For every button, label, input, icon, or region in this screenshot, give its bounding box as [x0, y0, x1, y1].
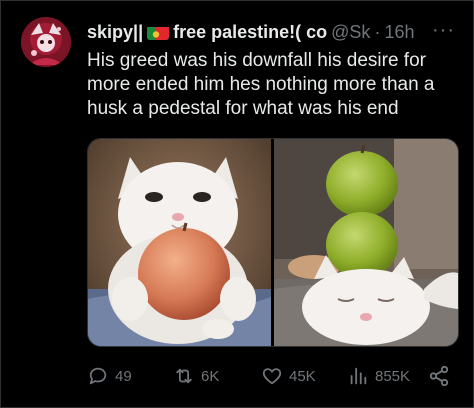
media-grid [87, 138, 459, 347]
more-options-icon[interactable]: ··· [432, 19, 455, 42]
media-image-2[interactable] [274, 139, 458, 346]
views-bar-chart-icon [350, 367, 367, 385]
reply-button[interactable]: 49 [87, 361, 132, 391]
repost-icon [176, 368, 192, 384]
avatar-image [21, 17, 71, 67]
media-image-1[interactable] [88, 139, 271, 346]
action-bar: 49 6K 45K 855K [87, 361, 463, 391]
timestamp[interactable]: 16h [384, 21, 414, 43]
cat-holding-apple-photo [88, 139, 271, 346]
post-text: His greed was his downfall his desire fo… [87, 50, 435, 119]
portugal-flag-icon [147, 25, 170, 40]
reply-icon [89, 367, 107, 385]
repost-count: 6K [201, 367, 220, 385]
share-icon [429, 365, 449, 387]
display-name[interactable]: skipy|| [87, 21, 143, 43]
display-name-suffix[interactable]: free palestine!( co [173, 21, 327, 43]
separator-dot: · [374, 22, 381, 42]
heart-icon [262, 368, 282, 385]
repost-button[interactable]: 6K [173, 361, 219, 391]
reply-count: 49 [115, 367, 132, 385]
like-count: 45K [289, 367, 316, 385]
avatar[interactable] [21, 17, 71, 67]
tweet-card[interactable]: skipy|| free palestine!( co @Sk · 16h ··… [0, 0, 474, 408]
share-button[interactable] [427, 361, 451, 391]
like-button[interactable]: 45K [261, 361, 316, 391]
post-header: skipy|| free palestine!( co @Sk · 16h [87, 21, 455, 43]
cat-with-apples-on-head-photo [274, 139, 458, 346]
views-button[interactable]: 855K [347, 361, 410, 391]
user-handle[interactable]: @Sk [331, 21, 370, 43]
views-count: 855K [375, 367, 411, 385]
